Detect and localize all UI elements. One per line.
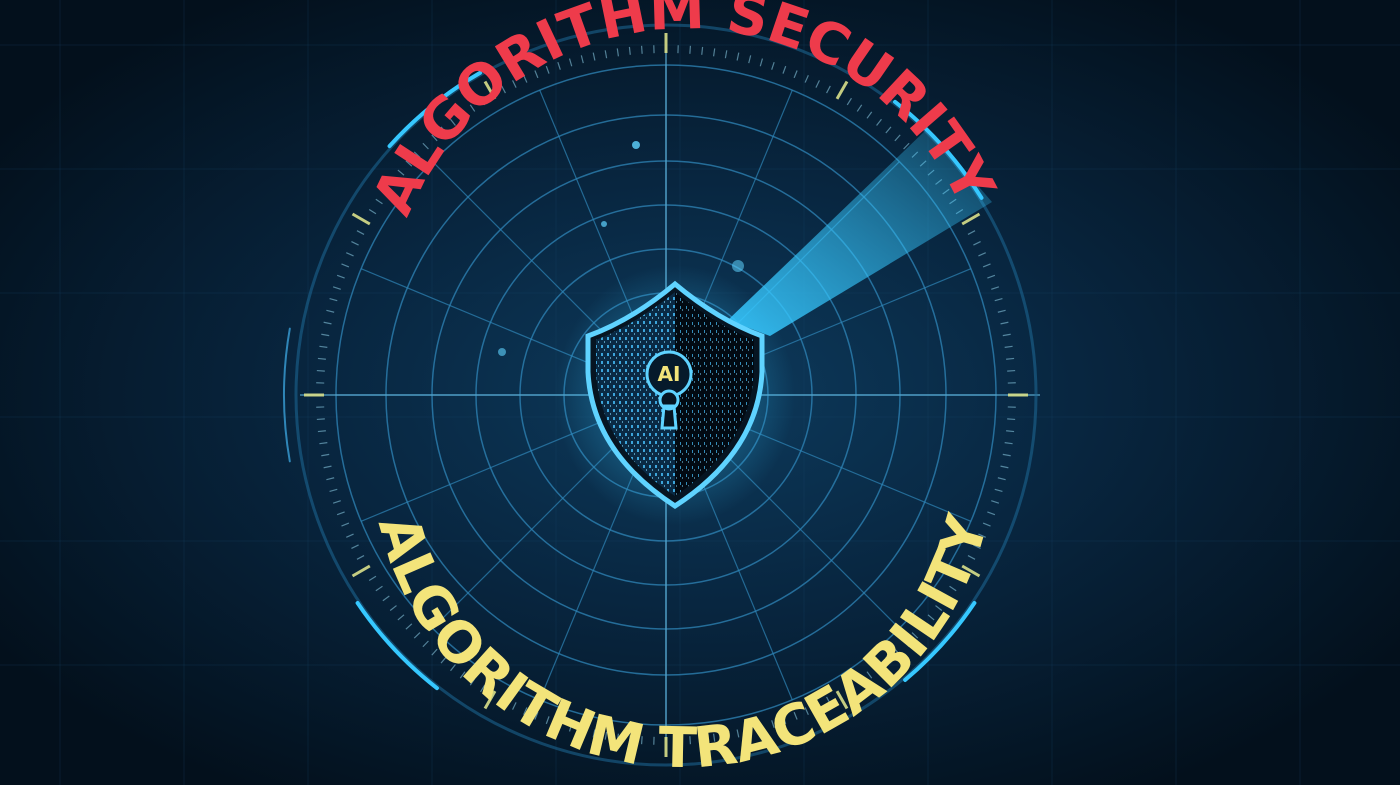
ring-tick [1006,430,1015,433]
keyhole-icon [658,389,680,430]
ring-tick [1007,418,1016,421]
signal-dot [632,141,640,149]
ring-tick [316,369,325,372]
ring-tick [317,357,326,360]
security-graphic: AI ALGORITHM SECURITY ALGORITHM TRACEABI… [0,0,1400,785]
signal-dot [498,348,506,356]
ring-tick [317,430,326,433]
shield-keyhole-icon: AI [555,265,795,525]
signal-dot [601,221,607,227]
radar-scene: AI ALGORITHM SECURITY ALGORITHM TRACEABI… [0,0,1400,785]
ring-tick [1007,369,1016,372]
ai-badge-label: AI [658,362,681,386]
ring-tick [689,45,692,54]
ring-tick [701,46,704,55]
ring-tick [316,418,325,421]
signal-dot [732,260,744,272]
ring-tick [1006,357,1015,360]
ring-tick [640,45,643,54]
